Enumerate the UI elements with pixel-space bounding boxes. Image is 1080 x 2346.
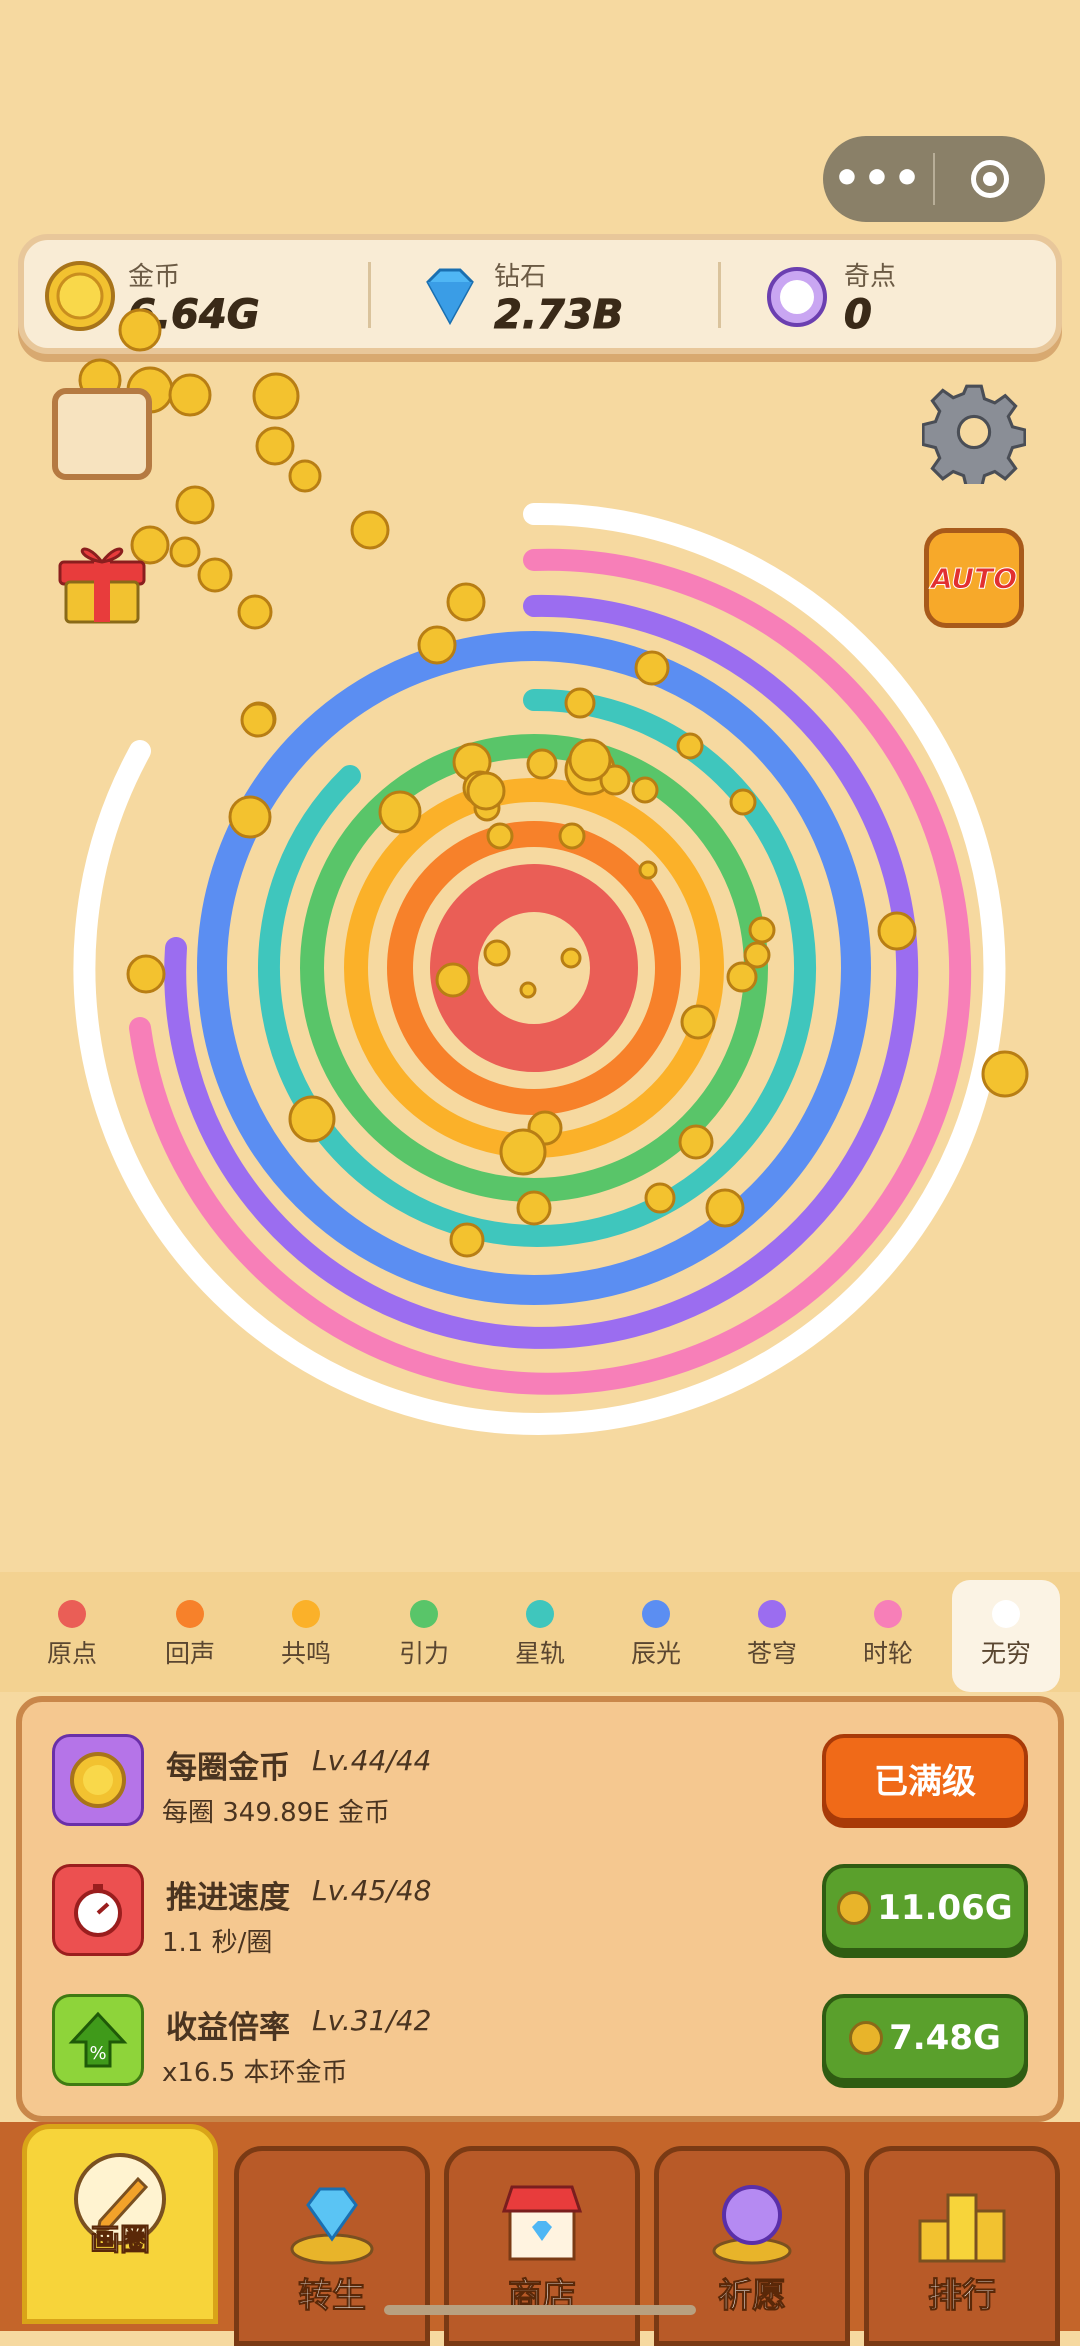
- nav-rebirth[interactable]: 转生: [234, 2146, 430, 2346]
- upgrade-desc: 1.1 秒/圈: [162, 1928, 273, 1958]
- auto-button[interactable]: AUTO: [924, 528, 1024, 628]
- upgrade-row: 每圈金币 Lv.44/44 每圈 349.89E 金币 已满级: [22, 1712, 1058, 1842]
- ring-tabs: 原点 回声 共鸣 引力 星轨 辰光 苍穹 时轮 无穷: [0, 1572, 1080, 1692]
- auto-label: AUTO: [930, 561, 1018, 595]
- ring-yuandian: [430, 864, 638, 1072]
- upgrade-desc: 每圈 349.89E 金币: [162, 1798, 390, 1828]
- tab-ring-4[interactable]: 引力: [370, 1572, 478, 1692]
- upgrade-button-label: 已满级: [874, 1761, 976, 1802]
- shop-icon: [501, 2185, 583, 2261]
- upgrade-name: 推进速度: [166, 1880, 290, 1916]
- ring-color-dot: [292, 1600, 320, 1628]
- upgrade-name: 收益倍率: [166, 2010, 290, 2046]
- coin-icon: [849, 2021, 884, 2055]
- nav-shop[interactable]: 商店: [444, 2146, 640, 2346]
- coin-icon: [837, 1891, 872, 1925]
- tab-label: 辰光: [630, 1639, 681, 1668]
- tab-label: 原点: [46, 1639, 97, 1668]
- tab-label: 共鸣: [280, 1639, 331, 1668]
- ring-color-dot: [526, 1600, 554, 1628]
- upgrade-button[interactable]: 已满级: [822, 1734, 1028, 1822]
- tab-label: 引力: [398, 1639, 449, 1668]
- coin-icon: [52, 1734, 144, 1826]
- nav-label: 排行: [928, 2276, 997, 2317]
- stopwatch-icon: [52, 1864, 144, 1956]
- orb-icon: [712, 2185, 792, 2265]
- tab-ring-8[interactable]: 时轮: [834, 1572, 942, 1692]
- album-button[interactable]: [52, 388, 152, 480]
- tab-label: 时轮: [862, 1639, 913, 1668]
- upgrade-level: Lv.44/44: [312, 1744, 432, 1777]
- tab-label: 回声: [164, 1639, 215, 1668]
- upgrade-cost: 11.06G: [877, 1888, 1013, 1928]
- ring-color-dot: [874, 1600, 902, 1628]
- tab-ring-1[interactable]: 原点: [18, 1572, 126, 1692]
- upgrade-button[interactable]: 11.06G: [822, 1864, 1028, 1952]
- nav-wish[interactable]: 祈愿: [654, 2146, 850, 2346]
- tab-ring-7[interactable]: 苍穹: [718, 1572, 826, 1692]
- tab-label: 星轨: [514, 1639, 565, 1668]
- upgrade-desc: x16.5 本环金币: [162, 2058, 348, 2088]
- nav-ranking[interactable]: 排行: [864, 2146, 1060, 2346]
- upgrade-level: Lv.31/42: [312, 2004, 432, 2037]
- ring-color-dot: [410, 1600, 438, 1628]
- home-indicator[interactable]: [384, 2305, 696, 2315]
- podium-icon: [918, 2193, 1006, 2263]
- ring-color-dot: [642, 1600, 670, 1628]
- bottom-nav: 画圈 转生 商店 祈愿 排行: [0, 2122, 1080, 2346]
- nav-draw-circle[interactable]: 画圈: [22, 2124, 218, 2324]
- game-board[interactable]: [0, 0, 1080, 1560]
- upgrade-cost: 7.48G: [889, 2018, 1001, 2058]
- upgrade-level: Lv.45/48: [312, 1874, 432, 1907]
- ring-color-dot: [176, 1600, 204, 1628]
- tab-ring-5[interactable]: 星轨: [486, 1572, 594, 1692]
- upgrade-name: 每圈金币: [166, 1750, 290, 1786]
- tab-ring-6[interactable]: 辰光: [602, 1572, 710, 1692]
- ring-color-dot: [758, 1600, 786, 1628]
- nav-label: 画圈: [90, 2223, 151, 2259]
- upgrade-row: 推进速度 Lv.45/48 1.1 秒/圈 11.06G: [22, 1842, 1058, 1972]
- svg-text:%: %: [89, 2043, 106, 2064]
- upgrade-button[interactable]: 7.48G: [822, 1994, 1028, 2082]
- tab-ring-2[interactable]: 回声: [136, 1572, 244, 1692]
- percent-arrow-icon: %: [52, 1994, 144, 2086]
- tab-label: 无穷: [980, 1639, 1031, 1668]
- gear-icon[interactable]: [922, 380, 1026, 484]
- upgrade-row: % 收益倍率 Lv.31/42 x16.5 本环金币 7.48G: [22, 1972, 1058, 2102]
- tab-ring-9[interactable]: 无穷: [952, 1580, 1060, 1692]
- upgrade-panel: 每圈金币 Lv.44/44 每圈 349.89E 金币 已满级 推进速度 Lv.…: [16, 1696, 1064, 2122]
- ring-color-dot: [58, 1600, 86, 1628]
- tab-label: 苍穹: [746, 1639, 797, 1668]
- diamond-pedestal-icon: [290, 2187, 374, 2265]
- gift-icon[interactable]: [52, 526, 152, 626]
- tab-ring-3[interactable]: 共鸣: [252, 1572, 360, 1692]
- ring-color-dot: [992, 1600, 1020, 1628]
